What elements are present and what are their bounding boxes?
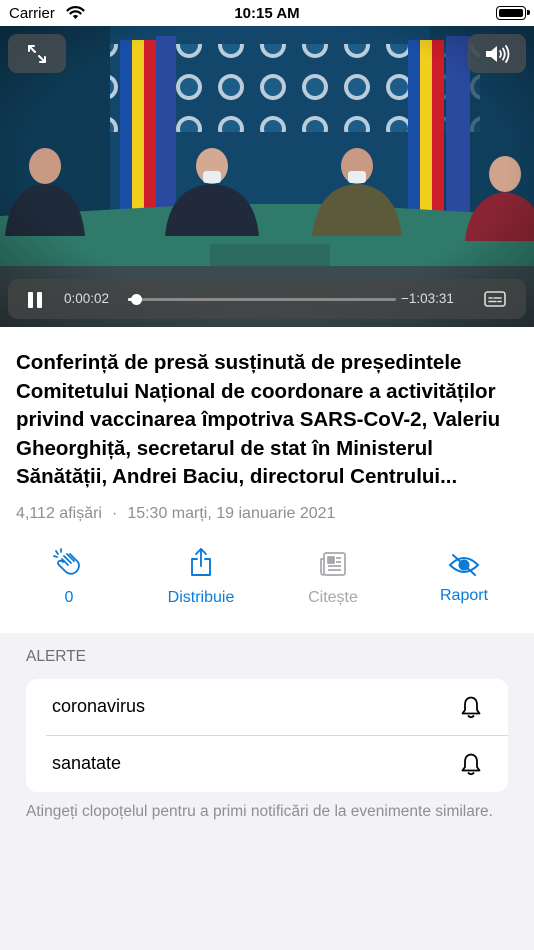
clock: 10:15 AM xyxy=(234,5,300,22)
share-label: Distribuie xyxy=(167,589,235,606)
scrubber-knob[interactable] xyxy=(131,294,143,305)
publish-date: 15:30 marți, 19 ianuarie 2021 xyxy=(127,505,336,522)
bell-icon[interactable] xyxy=(460,695,482,719)
view-count: 4,112 afișări xyxy=(16,505,102,522)
pause-icon[interactable] xyxy=(27,292,43,308)
clapping-hands-icon xyxy=(53,548,80,575)
read-label: Citește xyxy=(308,589,358,606)
alerts-footnote: Atingeți clopoțelul pentru a primi notif… xyxy=(26,803,493,820)
speaker-icon xyxy=(486,44,510,63)
volume-button[interactable] xyxy=(468,34,526,73)
share-button[interactable]: Distribuie xyxy=(146,547,256,607)
video-details: Conferință de presă susținută de președi… xyxy=(0,327,534,633)
video-meta: 4,112 afișări · 15:30 marți, 19 ianuarie 2… xyxy=(16,505,335,523)
newspaper-icon xyxy=(320,552,346,576)
video-title: Conferință de presă susținută de președi… xyxy=(16,351,501,488)
video-player[interactable]: 0:00:02 −1:03:31 xyxy=(0,26,534,327)
clap-button[interactable]: 0 xyxy=(14,547,124,607)
report-label: Raport xyxy=(439,587,489,604)
report-button[interactable]: Raport xyxy=(409,547,519,605)
battery-icon xyxy=(496,6,530,20)
meta-separator: · xyxy=(111,505,118,522)
captions-icon[interactable] xyxy=(484,291,506,307)
alert-row-sanatate[interactable]: sanatate xyxy=(26,736,508,792)
playback-controls: 0:00:02 −1:03:31 xyxy=(8,279,526,319)
share-icon xyxy=(191,548,211,576)
fullscreen-button[interactable] xyxy=(8,34,66,73)
alerts-list: coronavirus sanatate xyxy=(26,679,508,792)
eye-slash-icon xyxy=(448,554,480,576)
status-bar: Carrier 10:15 AM xyxy=(0,0,534,26)
expand-arrows-icon xyxy=(28,44,46,63)
alert-row-coronavirus[interactable]: coronavirus xyxy=(26,679,508,735)
remaining-time: −1:03:31 xyxy=(401,291,454,306)
alert-label: sanatate xyxy=(52,753,122,773)
alert-label: coronavirus xyxy=(52,696,146,716)
alerts-section-header: ALERTE xyxy=(26,648,87,665)
read-button[interactable]: Citește xyxy=(278,547,388,607)
elapsed-time: 0:00:02 xyxy=(64,291,110,306)
progress-scrubber[interactable] xyxy=(128,294,396,305)
bell-icon[interactable] xyxy=(460,752,482,776)
clap-count: 0 xyxy=(64,589,74,606)
